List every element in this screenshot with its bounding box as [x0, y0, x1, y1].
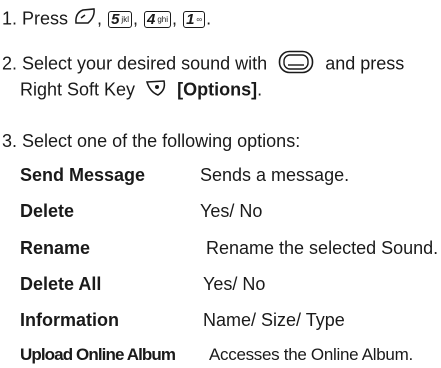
option-desc-send-message: Sends a message.	[200, 165, 350, 185]
option-desc-upload-online-album: Accesses the Online Album.	[209, 345, 413, 364]
key-5: 5 jkl	[108, 11, 132, 28]
step-1: 1. Press , 5 jkl, 4 ghi, 1 ∞.	[2, 7, 211, 32]
send-key-icon	[73, 7, 97, 32]
right-soft-key-icon	[144, 78, 168, 103]
options-label: [Options]	[177, 79, 258, 100]
option-desc-delete-all: Yes/ No	[203, 274, 266, 294]
step-2-line-2: Right Soft Key [Options].	[20, 78, 262, 103]
step-1-text: 1. Press	[2, 8, 69, 29]
option-desc-information: Name/ Size/ Type	[203, 310, 345, 330]
option-desc-delete: Yes/ No	[200, 201, 263, 221]
navigation-key-icon	[278, 50, 314, 79]
step-2-text-c: Right Soft Key	[20, 79, 136, 100]
step-3: 3. Select one of the following options:	[2, 131, 301, 151]
option-label-information: Information	[20, 310, 119, 330]
option-label-send-message: Send Message	[20, 165, 146, 185]
step-2-text-b: and press	[325, 53, 405, 74]
option-label-delete-all: Delete All	[20, 274, 102, 294]
step-2-text-a: 2. Select your desired sound with	[2, 53, 268, 74]
step-2-line-1: 2. Select your desired sound with and pr…	[2, 50, 404, 79]
option-label-rename: Rename	[20, 238, 91, 258]
key-4: 4 ghi	[144, 11, 172, 28]
option-label-delete: Delete	[20, 201, 75, 221]
key-1: 1 ∞	[183, 11, 206, 28]
option-desc-rename: Rename the selected Sound.	[206, 238, 439, 258]
option-label-upload-online-album: Upload Online Album	[20, 345, 176, 364]
